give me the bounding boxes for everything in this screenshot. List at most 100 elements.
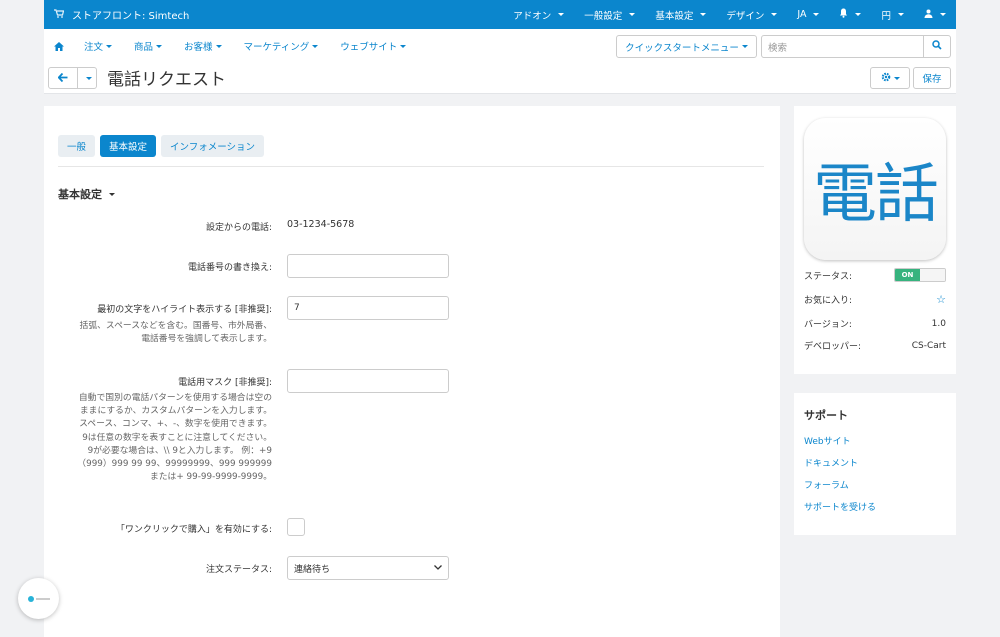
arrow-left-icon (57, 72, 68, 85)
menu-addons-label: アドオン (513, 10, 552, 22)
order-status-select[interactable]: 連絡待ち (287, 556, 449, 580)
bell-icon (839, 8, 848, 21)
support-title: サポート (804, 409, 848, 422)
menu-basic-settings[interactable]: 基本設定 (645, 0, 716, 29)
caret-icon (855, 13, 862, 16)
floating-help-button[interactable] (18, 578, 59, 619)
menu-notifications[interactable] (829, 0, 871, 29)
top-menu: アドオン 一般設定 基本設定 デザイン JA 円 (503, 0, 956, 29)
nav-products-label: 商品 (134, 42, 154, 53)
nav-customers-label: お客様 (184, 42, 213, 53)
menu-currency[interactable]: 円 (871, 0, 914, 29)
menu-general-settings[interactable]: 一般設定 (574, 0, 645, 29)
search-icon (932, 40, 942, 53)
help-line: ままにするか、カスタムパターンを入力します。 (79, 406, 272, 417)
back-dropdown-button[interactable] (77, 67, 97, 89)
menu-basic-settings-label: 基本設定 (655, 10, 694, 22)
caret-icon (898, 13, 904, 16)
menu-user[interactable] (914, 0, 956, 29)
status-label: ステータス: (804, 271, 853, 282)
search-input[interactable]: 検索 (761, 35, 924, 58)
tab-general[interactable]: 一般 (58, 135, 96, 157)
highlight-first-input[interactable]: 7 (287, 296, 449, 320)
help-line: 9が必要な場合は、\\ 9と入力します。 例：+9 (87, 445, 272, 456)
chevron-down-icon (434, 563, 442, 573)
caret-icon (109, 192, 115, 196)
cart-icon (54, 8, 65, 21)
nav-website-label: ウェブサイト (340, 42, 398, 53)
developer-value: CS-Cart (911, 340, 946, 351)
caret-icon (85, 76, 92, 80)
caret-icon (940, 13, 946, 16)
support-panel: サポート Webサイト ドキュメント フォーラム サポートを受ける (794, 393, 956, 535)
support-link-website[interactable]: Webサイト (804, 434, 851, 447)
order-status-value: 連絡待ち (294, 564, 331, 575)
quickstart-label: クイックスタートメニュー (625, 42, 739, 54)
back-button[interactable] (48, 67, 78, 89)
help-line: または+ 99-99-9999-9999。 (149, 472, 272, 483)
version-label: バージョン: (804, 320, 852, 330)
page-title: 電話リクエスト (107, 70, 226, 90)
section-title: 基本設定 (58, 188, 102, 201)
menu-language[interactable]: JA (787, 0, 829, 29)
widget-logo-icon (27, 595, 34, 602)
favorite-row: お気に入り: ☆ (804, 293, 946, 306)
star-icon[interactable]: ☆ (936, 293, 946, 306)
nav-website[interactable]: ウェブサイト (340, 39, 407, 53)
phone-mask-input[interactable] (287, 369, 449, 393)
settings-dropdown-button[interactable] (870, 67, 910, 89)
support-link-get-support[interactable]: サポートを受ける (804, 500, 876, 513)
caret-icon (156, 44, 163, 48)
support-link-docs[interactable]: ドキュメント (804, 456, 858, 469)
tab-information[interactable]: インフォメーション (161, 135, 265, 157)
phone-mask-label: 電話用マスク [非推奨]: (178, 378, 272, 388)
caret-icon (629, 13, 636, 16)
developer-label: デベロッパー: (804, 342, 862, 352)
help-line: （999）999 99 99、99999999、999 999999 (77, 459, 272, 470)
highlight-first-help: 括弧、スペースなどを含む。国番号、市外局番、 電話番号を強調して表示します。 (32, 320, 272, 346)
storefront-label: ストアフロント: Simtech (72, 11, 190, 22)
menu-design[interactable]: デザイン (716, 0, 787, 29)
home-icon[interactable] (54, 41, 64, 51)
quickstart-menu-button[interactable]: クイックスタートメニュー (616, 35, 757, 58)
order-status-label: 注文ステータス: (205, 565, 272, 575)
menu-addons[interactable]: アドオン (503, 0, 574, 29)
nav-products[interactable]: 商品 (134, 39, 163, 53)
nav-marketing-label: マーケティング (243, 42, 310, 53)
menu-language-label: JA (797, 9, 807, 20)
save-button[interactable]: 保存 (913, 67, 951, 89)
menu-currency-label: 円 (881, 10, 891, 22)
version-value: 1.0 (931, 318, 946, 329)
help-line: 電話番号を強調して表示します。 (141, 334, 272, 345)
help-line: 9は任意の数字を表すことに注意してください。 (82, 432, 272, 443)
caret-icon (558, 13, 565, 16)
phone-override-label: 電話番号の書き換え: (187, 263, 272, 273)
highlight-first-label: 最初の文字をハイライト表示する [非推奨]: (97, 305, 272, 315)
caret-icon (700, 13, 707, 16)
help-line: 自動で国別の電話パターンを使用する場合は空の (78, 393, 272, 403)
nav-orders-label: 注文 (84, 42, 104, 53)
phone-override-input[interactable] (287, 254, 449, 278)
caret-icon (215, 44, 222, 48)
storefront-link[interactable]: ストアフロント: Simtech (54, 0, 189, 29)
one-click-checkbox[interactable] (287, 518, 305, 536)
caret-icon (400, 44, 407, 48)
addon-icon: 電話 (804, 118, 946, 260)
phone-from-settings-label: 設定からの電話: (205, 223, 272, 233)
phone-mask-help: 自動で国別の電話パターンを使用する場合は空の ままにするか、カスタムパターンを入… (32, 392, 272, 484)
version-row: バージョン: 1.0 (804, 317, 946, 331)
section-toggle[interactable]: 基本設定 (58, 186, 115, 202)
status-toggle[interactable]: ON (894, 268, 946, 282)
nav-customers[interactable]: お客様 (184, 39, 222, 53)
tabs: 一般 基本設定 インフォメーション (58, 135, 265, 157)
settings-panel: 一般 基本設定 インフォメーション 基本設定 設定からの電話: 03-1234-… (44, 106, 780, 637)
nav-orders[interactable]: 注文 (84, 39, 113, 53)
tab-settings[interactable]: 基本設定 (100, 135, 157, 157)
top-bar: ストアフロント: Simtech アドオン 一般設定 基本設定 デザイン JA … (44, 0, 956, 29)
search-button[interactable] (923, 35, 951, 58)
gear-icon (881, 72, 891, 85)
caret-icon (106, 44, 113, 48)
support-link-forum[interactable]: フォーラム (804, 478, 849, 491)
caret-icon (893, 76, 900, 80)
nav-marketing[interactable]: マーケティング (244, 39, 319, 53)
